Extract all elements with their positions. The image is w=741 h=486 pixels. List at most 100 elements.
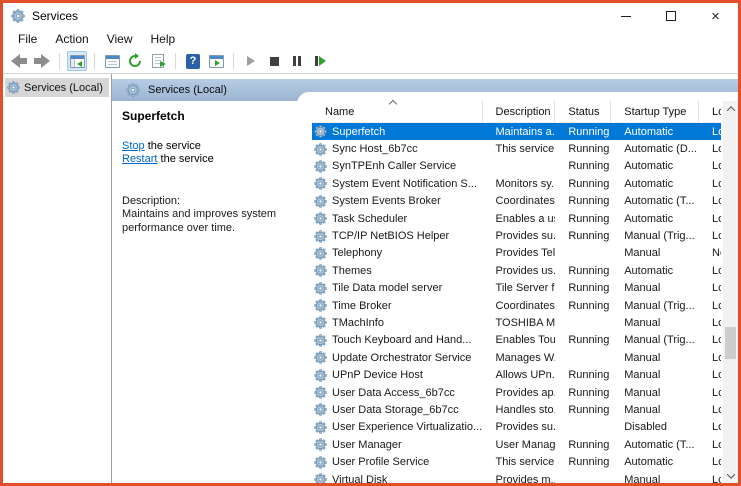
restart-service-line: Restart the service — [122, 153, 293, 166]
pause-icon — [293, 56, 301, 66]
cell-status: Running — [568, 195, 610, 208]
pause-service-button[interactable] — [287, 51, 307, 71]
table-row[interactable]: Telephony Provides Tel... Manual Net — [312, 245, 721, 262]
cell-startup-type: Manual — [624, 386, 661, 399]
console-tree-panel: Services (Local) — [3, 74, 112, 483]
table-row[interactable]: User Manager User Manag... Running Automati… — [312, 436, 721, 453]
table-row[interactable]: TMachInfo TOSHIBA M... Manual Loc — [312, 314, 721, 331]
cell-status: Running — [568, 177, 610, 190]
vertical-scrollbar[interactable] — [723, 101, 738, 483]
cell-name: Update Orchestrator Service — [312, 351, 483, 365]
cell-description: Provides su... — [495, 230, 556, 243]
help-button[interactable]: ? — [183, 51, 203, 71]
cell-description: Provides m... — [495, 473, 556, 484]
table-row[interactable]: System Events Broker Coordinates... Runnin… — [312, 193, 721, 210]
show-console-tree-button[interactable] — [67, 51, 87, 71]
cell-log-on-as: Loc — [712, 125, 721, 138]
table-row[interactable]: Time Broker Coordinates... Running Manual (… — [312, 297, 721, 314]
scrollbar-thumb[interactable] — [725, 327, 736, 359]
cell-log-on-as: Loc — [712, 143, 721, 156]
cell-startup-type: Automatic — [624, 456, 674, 469]
table-row[interactable]: TCP/IP NetBIOS Helper Provides su... Runni… — [312, 227, 721, 244]
main-panel: Services (Local) Superfetch Stop the ser… — [112, 74, 738, 483]
menu-action[interactable]: Action — [46, 30, 97, 48]
column-header-log-on-as[interactable]: Log — [699, 101, 721, 122]
cell-description: Provides us... — [495, 264, 556, 277]
restart-service-button[interactable] — [310, 51, 330, 71]
services-window: Services × File Action View Help ? Servi… — [0, 0, 741, 486]
stop-service-link[interactable]: Stop — [122, 140, 145, 152]
service-gear-icon — [314, 299, 327, 312]
cell-startup-type: Automatic — [624, 160, 674, 173]
table-row[interactable]: Task Scheduler Enables a us... Running Auto… — [312, 210, 721, 227]
table-row[interactable]: User Data Storage_6b7cc Handles sto... Run… — [312, 401, 721, 418]
properties-icon — [104, 54, 120, 68]
column-header-startup-type[interactable]: Startup Type — [611, 101, 700, 122]
cell-name: User Data Access_6b7cc — [312, 386, 483, 399]
services-band-icon — [126, 83, 140, 97]
column-header-description[interactable]: Description — [483, 101, 556, 122]
show-action-pane-button[interactable] — [206, 51, 226, 71]
table-row[interactable]: User Profile Service This service ... Runn… — [312, 453, 721, 470]
cell-description: Coordinates... — [495, 195, 556, 208]
cell-name: TCP/IP NetBIOS Helper — [312, 229, 483, 243]
cell-startup-type: Automatic — [624, 264, 674, 277]
minimize-button[interactable] — [603, 3, 648, 29]
cell-status: Running — [568, 212, 610, 225]
table-row[interactable]: User Experience Virtualizatio... Provides… — [312, 419, 721, 436]
cell-description: Tile Server f... — [495, 282, 556, 295]
maximize-button[interactable] — [648, 3, 693, 29]
cell-description: Manages W... — [495, 351, 556, 364]
service-table-body: Superfetch Maintains a... Running Automatic… — [312, 123, 721, 483]
back-button[interactable] — [9, 51, 29, 71]
cell-status: Running — [568, 230, 610, 243]
cell-log-on-as: Loc — [712, 473, 721, 484]
table-row[interactable]: User Data Access_6b7cc Provides ap... Runn… — [312, 384, 721, 401]
table-row[interactable]: Update Orchestrator Service Manages W... M… — [312, 349, 721, 366]
table-row[interactable]: System Event Notification S... Monitors s… — [312, 175, 721, 192]
table-row[interactable]: Sync Host_6b7cc This service ... Running Au… — [312, 140, 721, 157]
menu-help[interactable]: Help — [142, 30, 185, 48]
column-header-name[interactable]: Name — [312, 101, 483, 122]
export-list-button[interactable] — [148, 51, 168, 71]
tree-item-services-local[interactable]: Services (Local) — [5, 78, 109, 97]
cell-name: User Profile Service — [312, 455, 483, 469]
restart-service-link[interactable]: Restart — [122, 153, 157, 165]
table-row[interactable]: Superfetch Maintains a... Running Automatic… — [312, 123, 721, 141]
cell-description: Maintains a... — [495, 125, 556, 138]
forward-button[interactable] — [32, 51, 52, 71]
cell-status: Running — [568, 386, 610, 399]
service-gear-icon — [314, 351, 327, 365]
cell-log-on-as: Loc — [712, 351, 721, 364]
service-gear-icon — [314, 473, 327, 483]
properties-button[interactable] — [102, 51, 122, 71]
menu-view[interactable]: View — [98, 30, 142, 48]
tree-item-label: Services (Local) — [24, 81, 103, 94]
extended-view-panel: Superfetch Stop the service Restart the … — [112, 101, 297, 235]
cell-log-on-as: Loc — [712, 438, 721, 451]
menu-file[interactable]: File — [9, 30, 46, 48]
start-service-button[interactable] — [241, 51, 261, 71]
cell-startup-type: Automatic — [624, 177, 674, 190]
table-row[interactable]: Tile Data model server Tile Server f... Ru… — [312, 280, 721, 297]
title-bar[interactable]: Services × — [3, 3, 738, 29]
table-row[interactable]: Themes Provides us... Running Automatic Loc — [312, 262, 721, 279]
cell-startup-type: Manual — [624, 282, 661, 295]
stop-service-button[interactable] — [264, 51, 284, 71]
restart-service-text: the service — [157, 153, 214, 165]
scroll-down-button[interactable] — [723, 468, 738, 483]
column-header-status[interactable]: Status — [555, 101, 612, 122]
cell-log-on-as: Loc — [712, 369, 721, 382]
cell-startup-type: Manual (Trig... — [624, 334, 695, 347]
table-row[interactable]: Touch Keyboard and Hand... Enables Tou...… — [312, 332, 721, 349]
cell-log-on-as: Loc — [712, 230, 721, 243]
close-button[interactable]: × — [693, 3, 738, 29]
table-row[interactable]: SynTPEnh Caller Service Running Automatic L… — [312, 158, 721, 175]
cell-log-on-as: Net — [712, 247, 721, 260]
chevron-up-icon — [726, 105, 735, 115]
table-row[interactable]: UPnP Device Host Allows UPn... Running Manu… — [312, 366, 721, 383]
scroll-up-button[interactable] — [723, 101, 738, 116]
table-row[interactable]: Virtual Disk Provides m... Manual Loc — [312, 471, 721, 483]
service-gear-icon — [314, 142, 327, 156]
refresh-button[interactable] — [125, 51, 145, 71]
